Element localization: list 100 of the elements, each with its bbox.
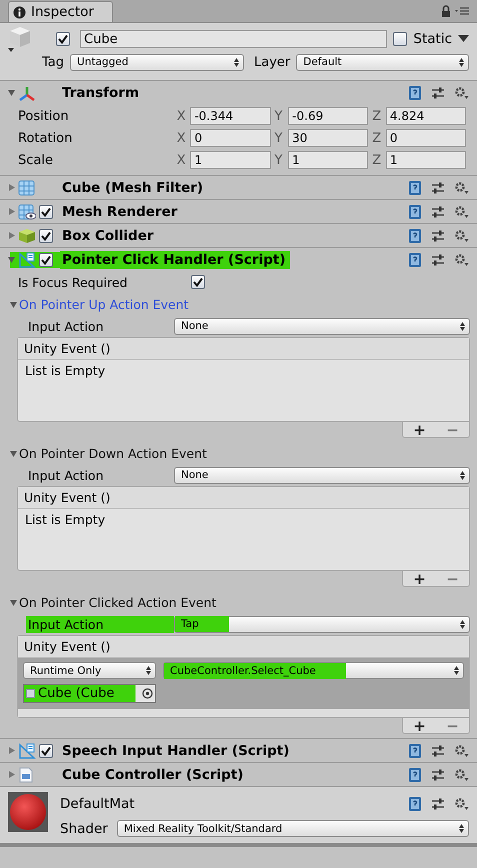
book-icon[interactable] — [408, 796, 422, 812]
foldout-arrow-icon[interactable] — [8, 184, 15, 191]
foldout-arrow-icon[interactable] — [8, 771, 15, 778]
sliders-icon[interactable] — [431, 86, 445, 100]
component-title: Cube Controller (Script) — [61, 766, 244, 784]
foldout-arrow-icon[interactable] — [8, 232, 15, 239]
active-checkbox[interactable] — [56, 32, 70, 46]
object-field[interactable]: Cube (Cube — [23, 684, 156, 703]
axis-label: X — [176, 130, 187, 146]
caret-icon — [234, 58, 240, 66]
axis-label: Z — [372, 152, 382, 168]
property-label: Input Action — [27, 466, 104, 484]
number-field[interactable]: 1 — [386, 151, 466, 169]
foldout-arrow-icon[interactable] — [8, 747, 15, 754]
enable-checkbox[interactable] — [39, 252, 53, 266]
property-label: Is Focus Required — [18, 274, 128, 290]
axis-label: X — [176, 152, 187, 168]
function-dropdown[interactable]: CubeController.Select_Cube — [163, 662, 464, 679]
number-field[interactable]: 4.824 — [386, 107, 466, 125]
component-title: Speech Input Handler (Script) — [61, 742, 290, 760]
axis-label: Z — [372, 130, 382, 146]
menu-icon[interactable] — [455, 6, 469, 16]
sphere-icon — [8, 792, 48, 832]
sliders-icon[interactable] — [431, 744, 445, 758]
caret-icon — [460, 620, 465, 628]
book-icon[interactable] — [408, 766, 422, 782]
foldout-arrow-icon[interactable] — [10, 300, 17, 308]
settings-icon[interactable] — [454, 744, 469, 758]
caret-icon — [454, 666, 459, 675]
sliders-icon[interactable] — [431, 797, 445, 811]
property-label: Position — [18, 108, 70, 124]
add-button[interactable]: + — [413, 420, 426, 438]
axis-label: Y — [274, 108, 284, 124]
caret-icon — [460, 322, 465, 330]
book-icon[interactable] — [408, 204, 422, 220]
book-icon[interactable] — [408, 252, 422, 268]
settings-icon[interactable] — [454, 86, 469, 100]
target-icon[interactable] — [142, 688, 153, 699]
layer-dropdown[interactable]: Default — [296, 54, 469, 70]
tag-dropdown[interactable]: Untagged — [70, 54, 244, 70]
lock-icon[interactable] — [441, 5, 451, 17]
number-field[interactable]: -0.344 — [190, 107, 271, 125]
add-button[interactable]: + — [413, 570, 426, 588]
input-action-dropdown[interactable]: None — [174, 318, 470, 334]
tag-label: Tag — [42, 54, 64, 70]
caret-icon[interactable] — [458, 35, 469, 43]
file-icon — [18, 766, 34, 782]
number-field[interactable]: 0 — [190, 129, 271, 147]
sliders-icon[interactable] — [431, 204, 445, 218]
book-icon[interactable] — [408, 742, 422, 758]
book-icon[interactable] — [408, 228, 422, 244]
mode-dropdown[interactable]: Runtime Only — [23, 662, 156, 679]
static-checkbox[interactable] — [393, 32, 408, 46]
number-field[interactable]: 30 — [288, 129, 368, 147]
sliders-icon[interactable] — [431, 180, 445, 194]
caret-icon — [459, 824, 464, 833]
empty-list-text: List is Empty — [24, 511, 106, 529]
input-action-dropdown[interactable]: Tap — [174, 616, 470, 632]
shader-dropdown[interactable]: Mixed Reality Toolkit/Standard — [116, 820, 469, 837]
number-field[interactable]: 0 — [386, 129, 466, 147]
focus-checkbox[interactable] — [191, 275, 205, 289]
inspector-tab[interactable]: Inspector — [8, 1, 113, 22]
name-field[interactable]: Cube — [80, 30, 388, 48]
settings-icon[interactable] — [454, 228, 469, 242]
caret-icon — [459, 58, 464, 66]
settings-icon[interactable] — [454, 204, 469, 218]
enable-checkbox[interactable] — [39, 744, 53, 758]
script-icon — [18, 252, 36, 268]
enable-checkbox[interactable] — [39, 204, 53, 218]
enable-checkbox[interactable] — [39, 228, 53, 242]
number-field[interactable]: -0.69 — [288, 107, 368, 125]
event-title[interactable]: On Pointer Up Action Event — [19, 296, 189, 312]
event-title[interactable]: On Pointer Down Action Event — [19, 446, 207, 460]
axis-label: X — [176, 108, 187, 124]
number-field[interactable]: 1 — [288, 151, 368, 169]
settings-icon[interactable] — [454, 180, 469, 194]
foldout-arrow-icon[interactable] — [8, 89, 15, 96]
foldout-arrow-icon[interactable] — [10, 598, 17, 606]
foldout-arrow-icon[interactable] — [8, 256, 15, 263]
grid-icon — [18, 204, 36, 220]
sliders-icon[interactable] — [431, 252, 445, 266]
number-field[interactable]: 1 — [190, 151, 271, 169]
book-icon[interactable] — [408, 180, 422, 196]
settings-icon[interactable] — [454, 797, 469, 811]
foldout-arrow-icon[interactable] — [10, 450, 17, 456]
settings-icon[interactable] — [454, 768, 469, 782]
book-icon[interactable] — [408, 84, 422, 100]
event-title[interactable]: On Pointer Clicked Action Event — [19, 594, 216, 610]
foldout-arrow-icon[interactable] — [8, 208, 15, 215]
sliders-icon[interactable] — [431, 228, 445, 242]
settings-icon[interactable] — [454, 252, 469, 266]
cube-icon — [18, 228, 36, 244]
input-action-dropdown[interactable]: None — [174, 466, 470, 484]
property-label: Scale — [18, 152, 54, 168]
component-title: Box Collider — [61, 226, 155, 244]
add-button[interactable]: + — [413, 716, 426, 734]
shader-label: Shader — [60, 820, 108, 836]
axes-icon — [18, 84, 36, 100]
sliders-icon[interactable] — [431, 768, 445, 782]
component-title: Pointer Click Handler (Script) — [60, 250, 290, 268]
